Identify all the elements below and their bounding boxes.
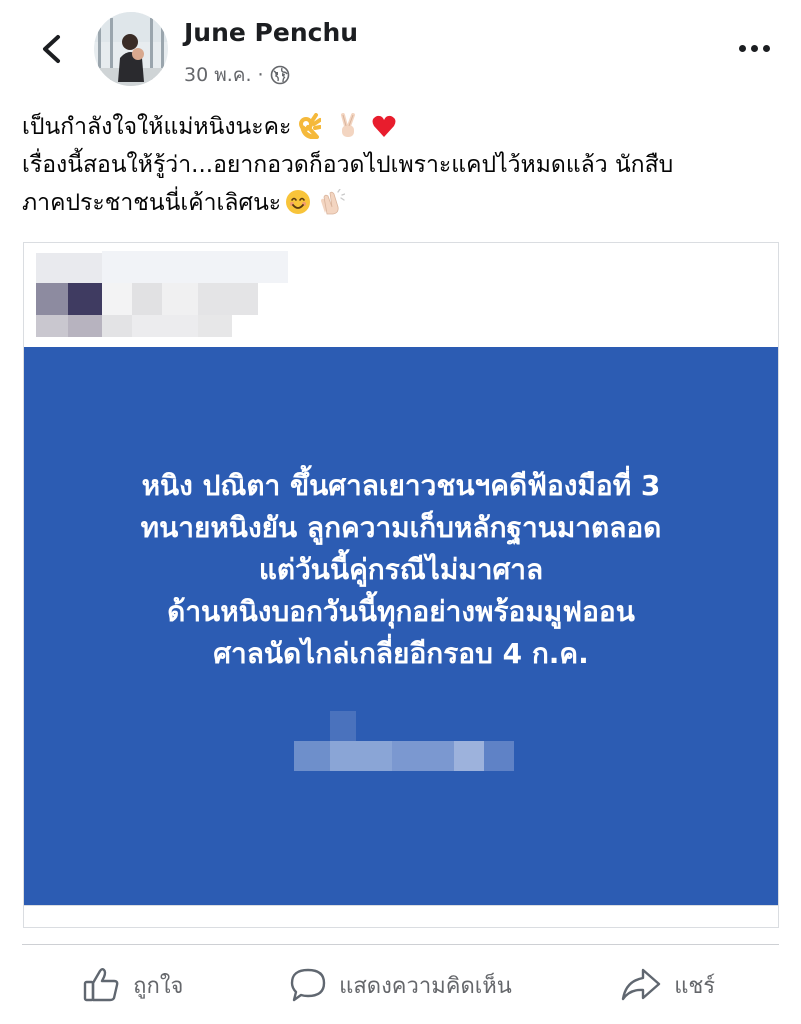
author-avatar[interactable] bbox=[94, 12, 168, 86]
back-button[interactable] bbox=[30, 28, 72, 70]
victory-hand-emoji bbox=[341, 113, 356, 137]
more-options-button[interactable] bbox=[732, 34, 776, 62]
share-button[interactable]: แชร์ bbox=[556, 950, 779, 1020]
comment-button[interactable]: แสดงความคิดเห็น bbox=[245, 950, 557, 1020]
blurred-source-name bbox=[102, 251, 288, 337]
post-text-line-2: เรื่องนี้สอนให้รู้ว่า...อยากอวดก็อวดไปเพ… bbox=[22, 152, 674, 178]
headline-line-1: หนิง ปณิตา ขึ้นศาลเยาวชนฯคดีฟ้องมือที่ 3 bbox=[141, 469, 661, 502]
clapping-hands-emoji bbox=[321, 189, 346, 215]
avatar-photo bbox=[94, 12, 168, 86]
post-text: เป็นกำลังใจให้แม่หนิงนะคะ เรื่องนี้สอนให… bbox=[22, 108, 792, 222]
red-heart-emoji bbox=[372, 115, 396, 137]
post-action-bar: ถูกใจ แสดงความคิดเห็น แชร์ bbox=[22, 950, 779, 1020]
headline-line-2: ทนายหนิงยัน ลูกความเก็บหลักฐานมาตลอด bbox=[140, 511, 662, 544]
card-headline: หนิง ปณิตา ขึ้นศาลเยาวชนฯคดีฟ้องมือที่ 3… bbox=[24, 465, 778, 675]
shared-card-footer bbox=[24, 905, 778, 927]
post-text-line-3: ภาคประชาชนนี่เค้าเลิศนะ bbox=[22, 184, 792, 222]
headline-line-5: ศาลนัดไกล่เกลี่ยอีกรอบ 4 ก.ค. bbox=[213, 637, 589, 670]
blurred-watermark bbox=[294, 711, 514, 773]
actions-divider bbox=[22, 944, 779, 945]
chevron-left-icon bbox=[43, 35, 60, 63]
post-text-line-1: เป็นกำลังใจให้แม่หนิงนะคะ bbox=[22, 108, 792, 146]
globe-icon bbox=[270, 65, 289, 85]
smiling-face-emoji bbox=[286, 190, 311, 214]
blurred-source-avatar bbox=[36, 253, 102, 337]
headline-line-4: ด้านหนิงบอกวันนี้ทุกอย่างพร้อมมูฟออน bbox=[167, 595, 635, 628]
comment-bubble-icon bbox=[290, 968, 326, 1002]
post-meta: 30 พ.ค. · bbox=[184, 60, 290, 90]
meta-separator: · bbox=[257, 64, 264, 86]
like-button[interactable]: ถูกใจ bbox=[22, 950, 245, 1020]
like-label: ถูกใจ bbox=[133, 973, 184, 999]
shared-card-image[interactable]: หนิง ปณิตา ขึ้นศาลเยาวชนฯคดีฟ้องมือที่ 3… bbox=[24, 347, 778, 905]
headline-line-3: แต่วันนี้คู่กรณีไม่มาศาล bbox=[258, 553, 544, 586]
post-header: June Penchu 30 พ.ค. · bbox=[0, 0, 801, 100]
ok-hand-emoji bbox=[299, 113, 322, 139]
author-name[interactable]: June Penchu bbox=[184, 18, 358, 47]
comment-label: แสดงความคิดเห็น bbox=[339, 973, 512, 999]
dot bbox=[762, 44, 770, 52]
shared-post-card[interactable]: หนิง ปณิตา ขึ้นศาลเยาวชนฯคดีฟ้องมือที่ 3… bbox=[23, 242, 779, 928]
dot bbox=[738, 44, 746, 52]
share-arrow-icon bbox=[621, 968, 661, 1001]
shared-card-header-blurred bbox=[24, 243, 778, 347]
post-date[interactable]: 30 พ.ค. bbox=[184, 60, 252, 90]
share-label: แชร์ bbox=[674, 973, 716, 999]
thumbs-up-icon bbox=[83, 968, 119, 1002]
dot bbox=[750, 44, 758, 52]
